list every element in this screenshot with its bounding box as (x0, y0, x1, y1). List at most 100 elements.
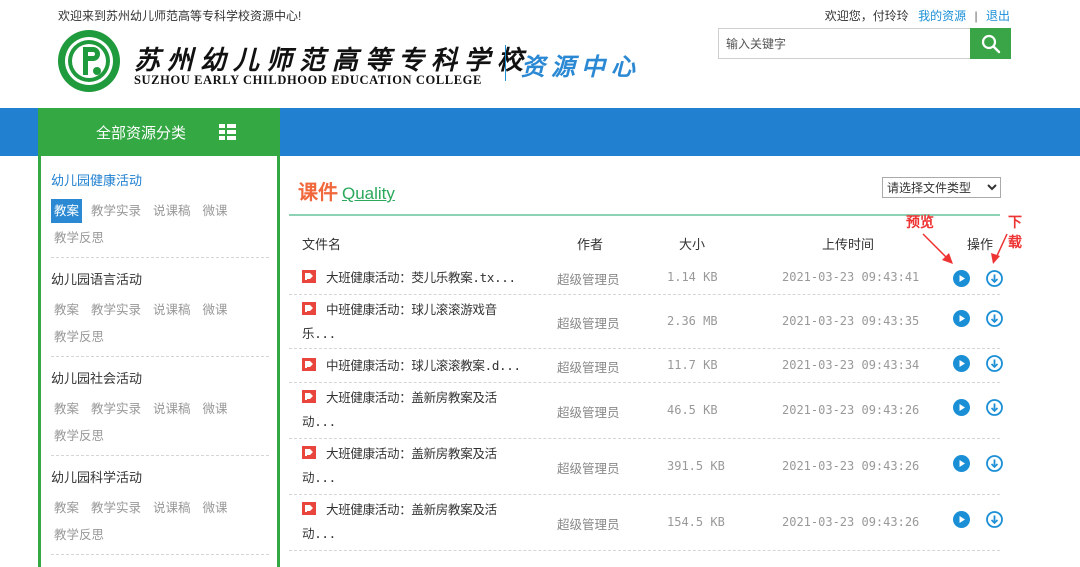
sidebar-group-language: 幼儿园语言活动 教案 教学实录 说课稿 微课教学反思 (51, 270, 272, 351)
download-icon[interactable] (986, 310, 1003, 327)
file-type-select[interactable]: 请选择文件类型 (882, 177, 1001, 198)
tag-lecture-script[interactable]: 说课稿 (150, 396, 194, 423)
column-time: 上传时间 (822, 237, 875, 252)
file-type-icon (302, 270, 316, 283)
sidebar-tags: 教案 教学实录 说课稿 微课教学反思 (51, 495, 272, 549)
author: 超级管理员 (557, 462, 620, 476)
preview-play-icon[interactable] (953, 270, 970, 287)
divider (51, 356, 269, 357)
file-name-text: 中班健康活动：球儿滚滚游戏音乐... (302, 302, 497, 341)
preview-play-icon[interactable] (953, 511, 970, 528)
sidebar-group-title[interactable]: 幼儿园科学活动 (51, 468, 272, 488)
file-type-icon (302, 390, 316, 403)
title-underline (289, 214, 1000, 216)
author: 超级管理员 (557, 518, 620, 532)
preview-play-icon[interactable] (953, 355, 970, 372)
file-size: 391.5 KB (667, 459, 725, 473)
category-sidebar: 幼儿园健康活动 教案 教学实录 说课稿 微课 教学反思 幼儿园语言活动 教案 教学实录 说课… (38, 156, 280, 567)
sidebar-group-social: 幼儿园社会活动 教案 教学实录 说课稿 微课教学反思 (51, 369, 272, 450)
logout-link[interactable]: 退出 (986, 9, 1010, 23)
tag-micro-lesson[interactable]: 微课 (200, 495, 231, 522)
sidebar-tags: 教案 教学实录 说课稿 微课教学反思 (51, 396, 272, 450)
tag-lecture-script[interactable]: 说课稿 (150, 198, 194, 225)
logo-divider (505, 45, 506, 81)
divider (51, 455, 269, 456)
download-icon[interactable] (986, 511, 1003, 528)
file-type-icon (302, 446, 316, 459)
author: 超级管理员 (557, 406, 620, 420)
file-name[interactable]: 大班健康活动：盖新房教案及活动... (302, 386, 522, 434)
divider (51, 554, 269, 555)
download-icon[interactable] (986, 399, 1003, 416)
upload-time: 2021-03-23 09:43:41 (782, 270, 920, 284)
search-input[interactable] (718, 28, 970, 59)
author: 超级管理员 (557, 361, 620, 375)
tag-lesson-plan[interactable]: 教案 (51, 495, 82, 522)
preview-play-icon[interactable] (953, 455, 970, 472)
file-size: 2.36 MB (667, 314, 718, 328)
file-name[interactable]: 中班健康活动：球儿滚滚游戏音乐... (302, 298, 522, 346)
search-button[interactable] (970, 28, 1011, 59)
download-icon[interactable] (986, 455, 1003, 472)
column-size: 大小 (679, 237, 706, 252)
table-row: 大班健康活动：茭儿乐教案.tx... 超级管理员 1.14 KB 2021-03… (289, 261, 1003, 295)
all-categories-button[interactable]: 全部资源分类 (38, 108, 280, 156)
panel-title-en: Quality (342, 184, 395, 203)
user-bar: 欢迎您，付玲玲 我的资源 | 退出 (825, 7, 1010, 24)
file-size: 1.14 KB (667, 270, 718, 284)
table-row: 大班健康活动：盖新房教案及活动... 超级管理员 46.5 KB 2021-03… (289, 383, 1003, 439)
panel-title-cn: 课件 (298, 182, 338, 204)
tag-reflection[interactable]: 教学反思 (51, 423, 107, 450)
download-icon[interactable] (986, 355, 1003, 372)
sidebar-group-title[interactable]: 幼儿园健康活动 (51, 171, 272, 191)
logo-english-name: SUZHOU EARLY CHILDHOOD EDUCATION COLLEGE (134, 73, 482, 87)
preview-play-icon[interactable] (953, 399, 970, 416)
grid-menu-icon (219, 124, 236, 140)
search-icon (981, 34, 1000, 53)
tag-lecture-script[interactable]: 说课稿 (150, 297, 194, 324)
my-resources-link[interactable]: 我的资源 (918, 9, 966, 23)
download-icon[interactable] (986, 270, 1003, 287)
tag-lesson-plan[interactable]: 教案 (51, 297, 82, 324)
tag-reflection[interactable]: 教学反思 (51, 522, 107, 549)
tag-micro-lesson[interactable]: 微课 (200, 297, 231, 324)
tag-micro-lesson[interactable]: 微课 (200, 198, 231, 225)
sidebar-group-title[interactable]: 幼儿园社会活动 (51, 369, 272, 389)
file-type-icon (302, 502, 316, 515)
upload-time: 2021-03-23 09:43:34 (782, 358, 920, 372)
file-size: 154.5 KB (667, 515, 725, 529)
site-header: 欢迎来到苏州幼儿师范高等专科学校资源中心! 欢迎您，付玲玲 我的资源 | 退出 … (0, 0, 1080, 108)
file-name[interactable]: 大班健康活动：盖新房教案及活动... (302, 442, 522, 490)
panel-title: 课件 Quality (298, 176, 395, 205)
table-row: 中班健康活动：球儿滚滚教案.d... 超级管理员 11.7 KB 2021-03… (289, 349, 1003, 383)
column-ops: 操作 (967, 237, 994, 252)
sidebar-group-science: 幼儿园科学活动 教案 教学实录 说课稿 微课教学反思 (51, 468, 272, 549)
user-greeting: 欢迎您，付玲玲 (824, 9, 909, 23)
tag-micro-lesson[interactable]: 微课 (200, 396, 231, 423)
tag-reflection[interactable]: 教学反思 (51, 225, 107, 252)
tag-reflection[interactable]: 教学反思 (51, 324, 107, 351)
tag-lesson-plan[interactable]: 教案 (51, 396, 82, 423)
file-name-text: 中班健康活动：球儿滚滚教案.d... (326, 358, 521, 373)
logo-chinese-name: 苏州幼儿师范高等专科学校 (134, 46, 531, 76)
file-name[interactable]: 中班健康活动：球儿滚滚教案.d... (302, 354, 522, 378)
welcome-text: 欢迎来到苏州幼儿师范高等专科学校资源中心! (58, 9, 302, 23)
tag-teaching-record[interactable]: 教学实录 (88, 297, 144, 324)
tag-teaching-record[interactable]: 教学实录 (88, 495, 144, 522)
file-name-text: 大班健康活动：盖新房教案及活动... (302, 446, 497, 485)
file-name-text: 大班健康活动：茭儿乐教案.tx... (326, 270, 516, 285)
sidebar-tags: 教案 教学实录 说课稿 微课教学反思 (51, 297, 272, 351)
tag-lecture-script[interactable]: 说课稿 (150, 495, 194, 522)
file-name[interactable]: 大班健康活动：茭儿乐教案.tx... (302, 266, 522, 290)
file-size: 11.7 KB (667, 358, 718, 372)
tag-teaching-record[interactable]: 教学实录 (88, 198, 144, 225)
sidebar-group-title[interactable]: 幼儿园语言活动 (51, 270, 272, 290)
preview-play-icon[interactable] (953, 310, 970, 327)
file-name[interactable]: 大班健康活动：盖新房教案及活动... (302, 498, 522, 546)
sidebar-tags: 教案 教学实录 说课稿 微课教学反思 (51, 198, 272, 252)
upload-time: 2021-03-23 09:43:26 (782, 515, 920, 529)
tag-lesson-plan[interactable]: 教案 (51, 199, 83, 223)
tag-teaching-record[interactable]: 教学实录 (88, 396, 144, 423)
table-header: 文件名 作者 大小 上传时间 操作 (289, 234, 1000, 254)
file-name-text: 大班健康活动：盖新房教案及活动... (302, 502, 497, 541)
